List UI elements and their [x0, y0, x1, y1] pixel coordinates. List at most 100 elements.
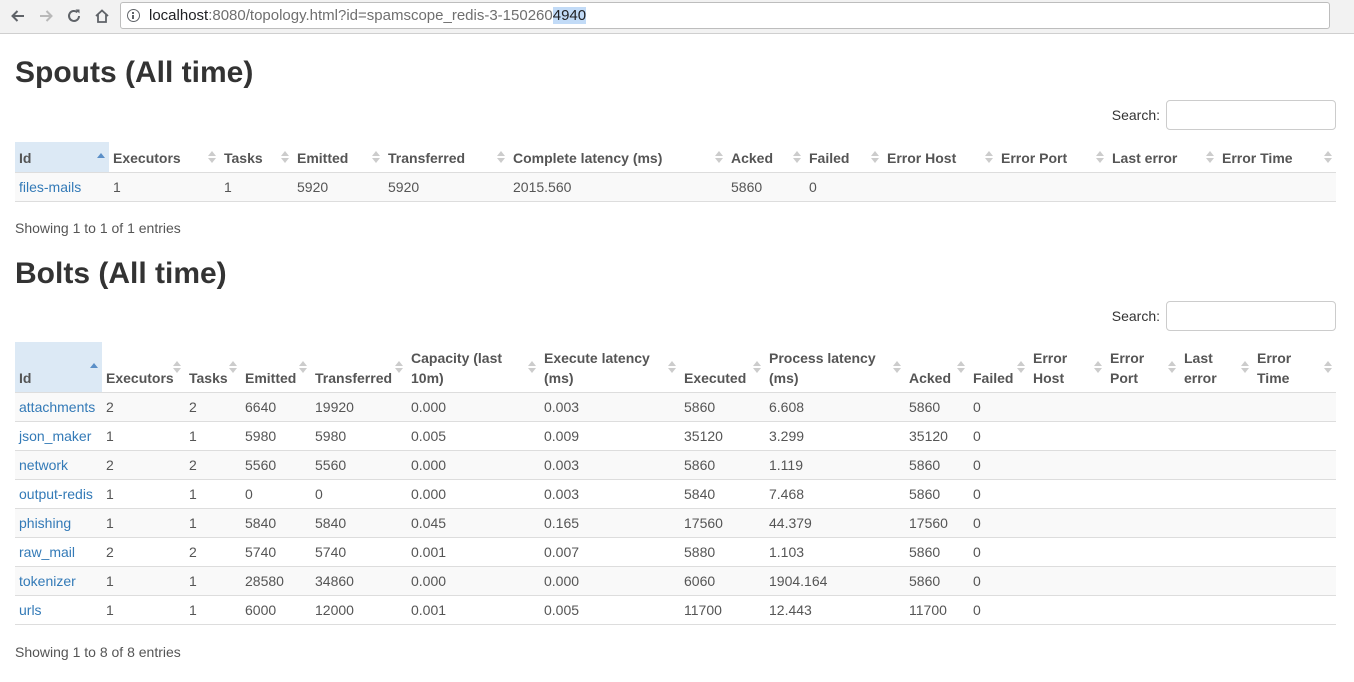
bolts-cell-execute-latency-ms: 0.003: [540, 392, 680, 422]
spouts-header-transferred[interactable]: Transferred: [384, 142, 509, 173]
spouts-header-label: Id: [19, 149, 32, 166]
bolts-header-last-error[interactable]: Last error: [1180, 342, 1253, 393]
spouts-title: Spouts (All time): [15, 56, 254, 89]
bolts-cell-transferred: 34860: [311, 566, 407, 596]
spouts-header-acked[interactable]: Acked: [727, 142, 805, 173]
table-row: json_maker 1 1 5980 5980 0.005 0.009 35120 3.299…: [15, 421, 1336, 451]
forward-arrow-icon[interactable]: [34, 5, 58, 27]
bolts-cell-emitted: 5560: [241, 450, 311, 480]
bolts-cell-error-port: [1106, 479, 1180, 509]
spouts-header-id[interactable]: Id: [15, 142, 109, 173]
bolts-header-execute-latency-ms[interactable]: Execute latency (ms): [540, 342, 680, 393]
component-link[interactable]: urls: [19, 602, 42, 618]
bolts-cell-transferred: 0: [311, 479, 407, 509]
spouts-header-tasks[interactable]: Tasks: [220, 142, 293, 173]
bolts-cell-error-port: [1106, 450, 1180, 480]
bolts-header-failed[interactable]: Failed: [969, 342, 1029, 393]
bolts-cell-executors: 1: [102, 479, 185, 509]
spouts-header-label: Executors: [113, 149, 181, 166]
bolts-header-error-port[interactable]: Error Port: [1106, 342, 1180, 393]
spouts-search-input[interactable]: [1166, 100, 1336, 130]
spouts-header-error-time[interactable]: Error Time: [1218, 142, 1336, 173]
spouts-header-label: Transferred: [388, 149, 466, 166]
bolts-cell-executors: 2: [102, 537, 185, 567]
bolts-cell-emitted: 5980: [241, 421, 311, 451]
bolts-header-executors[interactable]: Executors: [102, 342, 185, 393]
spouts-header-failed[interactable]: Failed: [805, 142, 883, 173]
bolts-cell-error-time: [1253, 508, 1336, 538]
bolts-header-label: Error Time: [1257, 349, 1292, 386]
bolts-cell-error-time: [1253, 421, 1336, 451]
bolts-header-acked[interactable]: Acked: [905, 342, 969, 393]
bolts-cell-error-host: [1029, 421, 1106, 451]
bolts-cell-executors: 1: [102, 508, 185, 538]
bolts-search-input[interactable]: [1166, 301, 1336, 331]
bolts-header-label: Executors: [106, 369, 174, 386]
bolts-cell-capacity-last-10m: 0.000: [407, 450, 540, 480]
spouts-cell-transferred: 5920: [384, 172, 509, 202]
spouts-search: Search:: [1112, 100, 1336, 130]
bolts-header-label: Failed: [973, 369, 1014, 386]
bolts-cell-id: output-redis: [15, 479, 102, 509]
bolts-cell-error-host: [1029, 566, 1106, 596]
spouts-cell-error-host: [883, 172, 997, 202]
bolts-header-error-time[interactable]: Error Time: [1253, 342, 1336, 393]
sort-both-icon: [207, 150, 216, 164]
sort-both-icon: [792, 150, 801, 164]
table-row: raw_mail 2 2 5740 5740 0.001 0.007 5880 1.103 586…: [15, 537, 1336, 567]
bolts-cell-failed: 0: [969, 479, 1029, 509]
bolts-cell-id: raw_mail: [15, 537, 102, 567]
bolts-cell-process-latency-ms: 44.379: [765, 508, 905, 538]
info-icon[interactable]: [127, 9, 140, 22]
sort-both-icon: [1093, 360, 1102, 374]
table-row: network 2 2 5560 5560 0.000 0.003 5860 1.119 5860…: [15, 450, 1336, 480]
bolts-header-error-host[interactable]: Error Host: [1029, 342, 1106, 393]
component-link[interactable]: json_maker: [19, 428, 91, 444]
bolts-cell-acked: 5860: [905, 537, 969, 567]
back-arrow-icon[interactable]: [6, 5, 30, 27]
bolts-header-tasks[interactable]: Tasks: [185, 342, 241, 393]
spouts-header-error-port[interactable]: Error Port: [997, 142, 1108, 173]
bolts-header-label: Execute latency (ms): [544, 349, 650, 386]
bolts-header-label: Id: [19, 369, 32, 386]
component-link[interactable]: phishing: [19, 515, 71, 531]
sort-both-icon: [870, 150, 879, 164]
component-link[interactable]: attachments: [19, 399, 95, 415]
bolts-header-id[interactable]: Id: [15, 342, 102, 393]
bolts-header-capacity-last-10m[interactable]: Capacity (last 10m): [407, 342, 540, 393]
sort-both-icon: [956, 360, 965, 374]
address-bar[interactable]: localhost:8080/topology.html?id=spamscop…: [120, 2, 1330, 29]
component-link[interactable]: raw_mail: [19, 544, 75, 560]
bolts-cell-acked: 5860: [905, 392, 969, 422]
spouts-header-emitted[interactable]: Emitted: [293, 142, 384, 173]
reload-icon[interactable]: [62, 5, 86, 27]
spouts-header-executors[interactable]: Executors: [109, 142, 220, 173]
bolts-header-label: Executed: [684, 369, 747, 386]
home-icon[interactable]: [90, 5, 114, 27]
spouts-cell-complete-latency-ms: 2015.560: [509, 172, 727, 202]
spouts-cell-id: files-mails: [15, 172, 109, 202]
bolts-cell-last-error: [1180, 479, 1253, 509]
bolts-cell-executed: 17560: [680, 508, 765, 538]
bolts-cell-process-latency-ms: 6.608: [765, 392, 905, 422]
bolts-header-transferred[interactable]: Transferred: [311, 342, 407, 393]
spouts-header-complete-latency-ms[interactable]: Complete latency (ms): [509, 142, 727, 173]
spouts-header-error-host[interactable]: Error Host: [883, 142, 997, 173]
sort-both-icon: [1205, 150, 1214, 164]
bolts-header-executed[interactable]: Executed: [680, 342, 765, 393]
bolts-cell-transferred: 12000: [311, 595, 407, 625]
bolts-cell-execute-latency-ms: 0.003: [540, 450, 680, 480]
component-link[interactable]: tokenizer: [19, 573, 76, 589]
bolts-cell-transferred: 5840: [311, 508, 407, 538]
bolts-cell-acked: 5860: [905, 450, 969, 480]
bolts-header-emitted[interactable]: Emitted: [241, 342, 311, 393]
bolts-header-process-latency-ms[interactable]: Process latency (ms): [765, 342, 905, 393]
table-row: tokenizer 1 1 28580 34860 0.000 0.000 6060 1904.…: [15, 566, 1336, 596]
bolts-cell-emitted: 6000: [241, 595, 311, 625]
component-link[interactable]: output-redis: [19, 486, 93, 502]
spouts-header-last-error[interactable]: Last error: [1108, 142, 1218, 173]
component-link[interactable]: files-mails: [19, 179, 81, 195]
component-link[interactable]: network: [19, 457, 68, 473]
sort-both-icon: [1095, 150, 1104, 164]
spouts-header-label: Failed: [809, 149, 850, 166]
